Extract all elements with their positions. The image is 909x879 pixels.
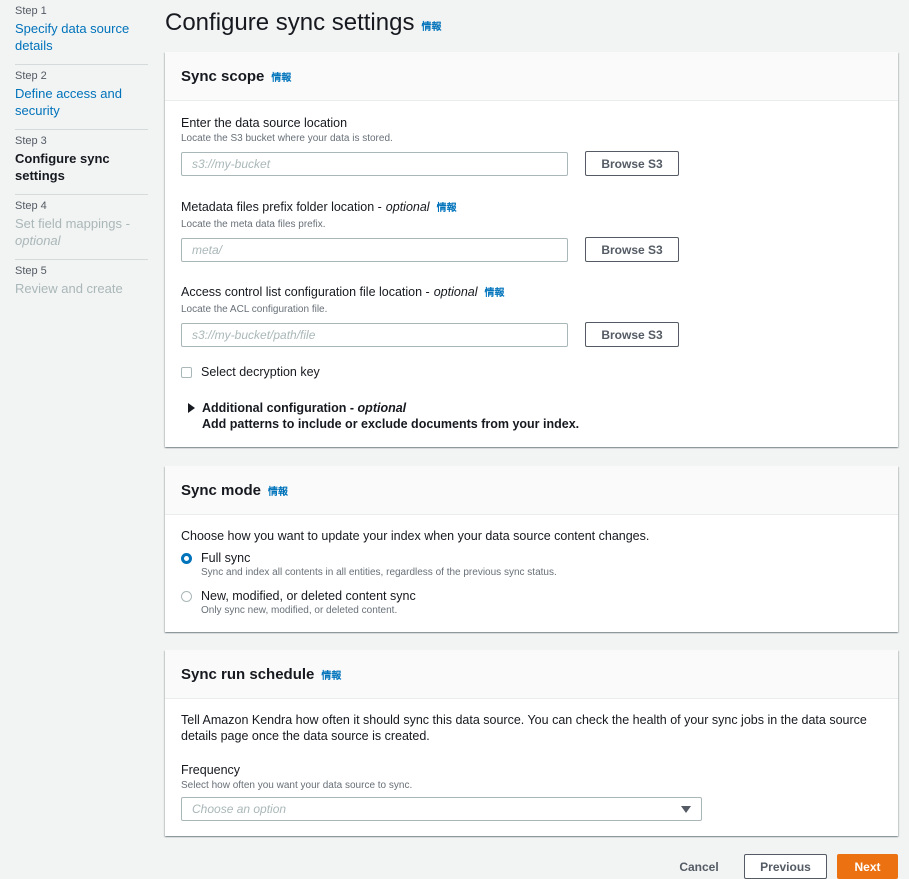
step-title-text: Set field mappings - xyxy=(15,216,130,231)
step-optional-text: optional xyxy=(15,233,61,248)
metadata-prefix-input[interactable]: meta/ xyxy=(181,237,568,262)
field-label: Enter the data source location xyxy=(181,115,882,131)
panel-title: Sync run schedule xyxy=(181,665,315,683)
browse-s3-button[interactable]: Browse S3 xyxy=(585,322,679,347)
step-current-configure-sync: Configure sync settings xyxy=(15,151,110,183)
select-placeholder: Choose an option xyxy=(192,802,287,816)
sync-run-schedule-panel: Sync run schedule 情報 Tell Amazon Kendra … xyxy=(165,650,898,836)
field-description: Locate the S3 bucket where your data is … xyxy=(181,133,393,144)
field-description: Locate the meta data files prefix. xyxy=(181,219,326,230)
panel-body: Tell Amazon Kendra how often it should s… xyxy=(165,699,898,837)
expander-title-text: Additional configuration - xyxy=(202,401,358,415)
field-label: Frequency xyxy=(181,762,882,778)
additional-configuration-expander[interactable]: Additional configuration - optional Add … xyxy=(188,400,882,433)
full-sync-option[interactable]: Full sync Sync and index all contents in… xyxy=(181,550,882,579)
caret-right-icon[interactable] xyxy=(188,403,195,413)
step-disabled-field-mappings: Set field mappings - optional xyxy=(15,215,148,249)
radio-content: New, modified, or deleted content sync O… xyxy=(201,588,416,617)
step-number: Step 5 xyxy=(15,265,47,277)
sync-mode-panel: Sync mode 情報 Choose how you want to upda… xyxy=(165,466,898,632)
checkbox-label: Select decryption key xyxy=(201,365,320,379)
step-number: Step 1 xyxy=(15,5,47,17)
radio-content: Full sync Sync and index all contents in… xyxy=(201,550,557,579)
field-description: Locate the ACL configuration file. xyxy=(181,304,328,315)
radio-description: Only sync new, modified, or deleted cont… xyxy=(201,605,398,616)
metadata-field: Metadata files prefix folder location - … xyxy=(181,199,882,262)
full-sync-radio[interactable] xyxy=(181,553,192,564)
info-link[interactable]: 情報 xyxy=(421,13,441,43)
step-link-specify-data-source[interactable]: Specify data source details xyxy=(15,20,148,54)
step-1[interactable]: Step 1 Specify data source details xyxy=(15,0,148,65)
browse-s3-button[interactable]: Browse S3 xyxy=(585,151,679,176)
caret-down-icon xyxy=(681,805,691,813)
sync-scope-panel: Sync scope 情報 Enter the data source loca… xyxy=(165,52,898,447)
panel-header: Sync run schedule 情報 xyxy=(165,650,898,699)
field-label-text: Enter the data source location xyxy=(181,116,348,130)
panel-title: Sync scope xyxy=(181,67,265,85)
step-3: Step 3 Configure sync settings xyxy=(15,130,148,195)
field-description: Select how often you want your data sour… xyxy=(181,780,413,791)
step-link-define-access[interactable]: Define access and security xyxy=(15,85,148,119)
radio-label: Full sync xyxy=(201,551,251,565)
location-field: Enter the data source location Locate th… xyxy=(181,115,882,176)
schedule-intro: Tell Amazon Kendra how often it should s… xyxy=(181,713,867,743)
step-number: Step 3 xyxy=(15,135,47,147)
info-link[interactable]: 情報 xyxy=(321,667,341,682)
delta-sync-radio[interactable] xyxy=(181,591,192,602)
delta-sync-option[interactable]: New, modified, or deleted content sync O… xyxy=(181,588,882,617)
panel-body: Choose how you want to update your index… xyxy=(165,515,898,633)
acl-field: Access control list configuration file l… xyxy=(181,284,882,347)
info-link[interactable]: 情報 xyxy=(271,69,291,84)
input-row: meta/ Browse S3 xyxy=(181,237,882,262)
panel-body: Enter the data source location Locate th… xyxy=(165,101,898,449)
panel-header: Sync scope 情報 xyxy=(165,52,898,101)
acl-file-input[interactable]: s3://my-bucket/path/file xyxy=(181,322,568,347)
radio-label: New, modified, or deleted content sync xyxy=(201,589,416,603)
info-link[interactable]: 情報 xyxy=(268,483,288,498)
expander-title[interactable]: Additional configuration - optional xyxy=(202,400,579,416)
step-number: Step 2 xyxy=(15,70,47,82)
field-label: Access control list configuration file l… xyxy=(181,284,882,302)
step-2[interactable]: Step 2 Define access and security xyxy=(15,65,148,130)
input-row: s3://my-bucket/path/file Browse S3 xyxy=(181,322,882,347)
step-disabled-review-create: Review and create xyxy=(15,281,123,296)
next-button[interactable]: Next xyxy=(837,854,898,879)
decryption-key-checkbox-row[interactable]: Select decryption key xyxy=(181,365,882,379)
s3-location-input[interactable]: s3://my-bucket xyxy=(181,151,568,176)
radio-description: Sync and index all contents in all entit… xyxy=(201,567,557,578)
frequency-select[interactable]: Choose an option xyxy=(181,797,702,821)
panel-title: Sync mode xyxy=(181,481,262,499)
info-link[interactable]: 情報 xyxy=(485,286,505,302)
cancel-button[interactable]: Cancel xyxy=(673,854,725,879)
panel-header: Sync mode 情報 xyxy=(165,466,898,515)
input-row: s3://my-bucket Browse S3 xyxy=(181,151,882,176)
expander-content: Additional configuration - optional Add … xyxy=(202,400,579,433)
frequency-field: Frequency Select how often you want your… xyxy=(181,762,882,821)
expander-description: Add patterns to include or exclude docum… xyxy=(202,417,580,431)
optional-text: optional xyxy=(433,285,478,299)
field-label-text: Metadata files prefix folder location - xyxy=(181,200,382,214)
field-label: Metadata files prefix folder location - … xyxy=(181,199,882,217)
wizard-steps-nav: Step 1 Specify data source details Step … xyxy=(15,0,148,307)
step-number: Step 4 xyxy=(15,200,47,212)
field-label-text: Access control list configuration file l… xyxy=(181,285,430,299)
info-link[interactable]: 情報 xyxy=(437,201,457,217)
optional-text: optional xyxy=(385,200,430,214)
previous-button[interactable]: Previous xyxy=(744,854,827,879)
step-4: Step 4 Set field mappings - optional xyxy=(15,195,148,260)
field-label-text: Frequency xyxy=(181,763,241,777)
optional-text: optional xyxy=(357,401,407,415)
decryption-key-checkbox[interactable] xyxy=(181,366,192,378)
browse-s3-button[interactable]: Browse S3 xyxy=(585,237,679,262)
sync-mode-intro: Choose how you want to update your index… xyxy=(181,529,650,543)
step-5: Step 5 Review and create xyxy=(15,260,148,307)
page-title-text: Configure sync settings xyxy=(165,9,415,36)
page-title: Configure sync settings 情報 xyxy=(165,8,441,43)
